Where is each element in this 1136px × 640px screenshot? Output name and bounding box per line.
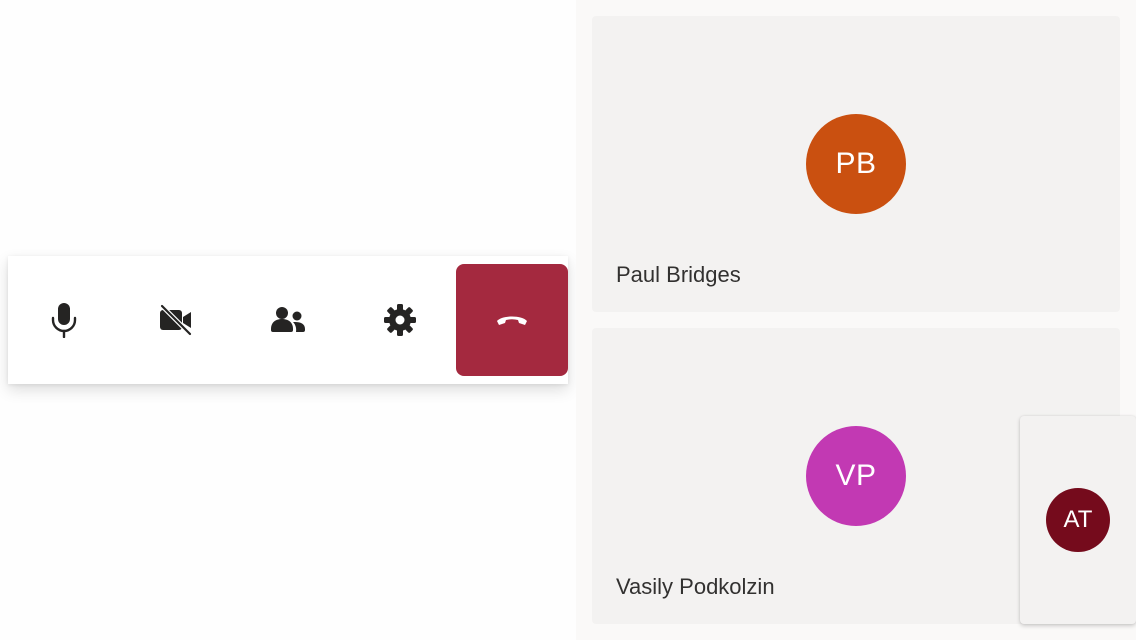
hang-up-icon xyxy=(497,316,527,325)
participant-name: Vasily Podkolzin xyxy=(616,574,775,599)
people-icon xyxy=(271,307,305,332)
end-call-button[interactable] xyxy=(456,264,568,376)
gear-icon xyxy=(384,304,416,336)
call-window: PB Paul Bridges VP Vasily Podkolzin AT xyxy=(0,0,1136,640)
stage-area xyxy=(0,0,576,640)
call-controls-bar xyxy=(8,256,568,384)
participant-tile[interactable]: VP Vasily Podkolzin AT xyxy=(592,328,1136,624)
gallery-pane: PB Paul Bridges VP Vasily Podkolzin AT xyxy=(576,0,1136,640)
microphone-icon xyxy=(51,303,77,338)
participant-tile[interactable]: PB Paul Bridges xyxy=(592,16,1120,312)
video-off-icon xyxy=(159,304,193,336)
self-avatar: AT xyxy=(1046,488,1110,552)
avatar: VP xyxy=(806,426,906,526)
avatar: PB xyxy=(806,114,906,214)
camera-toggle-button[interactable] xyxy=(120,264,232,376)
microphone-button[interactable] xyxy=(8,264,120,376)
settings-button[interactable] xyxy=(344,264,456,376)
participant-name: Paul Bridges xyxy=(616,262,741,287)
participants-button[interactable] xyxy=(232,264,344,376)
self-preview-tile[interactable]: AT xyxy=(1020,416,1136,624)
